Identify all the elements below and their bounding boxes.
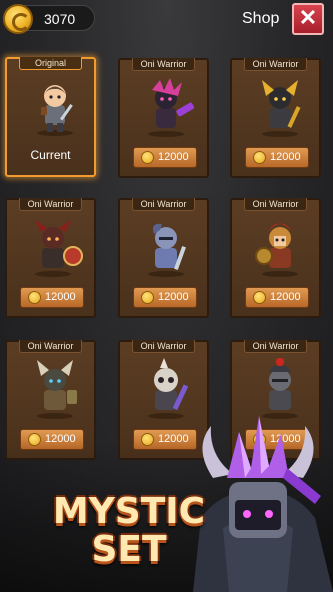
coin-balance: 3070 (3, 4, 95, 34)
skin-card-oni-warrior[interactable]: Oni Warrior 12000 (118, 58, 209, 178)
gold-horned-hero-icon (262, 80, 301, 137)
current-label: Current (30, 148, 71, 162)
skin-card-original[interactable]: Original Current (5, 57, 96, 177)
promo-title-line1: MYSTIC (52, 491, 206, 532)
buy-button[interactable]: 12000 (245, 287, 309, 308)
coin-icon (28, 291, 41, 304)
knight-hero-icon (148, 223, 186, 277)
buy-button[interactable]: 12000 (133, 147, 197, 168)
coin-icon (141, 151, 154, 164)
skin-card-oni-warrior[interactable]: Oni Warrior 12000 (230, 58, 321, 178)
buy-button[interactable]: 12000 (245, 147, 309, 168)
tribal-hero-icon (37, 360, 77, 419)
coin-icon (253, 291, 266, 304)
original-hero-icon (37, 85, 73, 136)
red-oni-hero-icon (35, 220, 83, 277)
skin-card-oni-warrior[interactable]: Oni Warrior 12000 (5, 198, 96, 318)
card-label: Oni Warrior (244, 198, 307, 211)
close-button[interactable]: ✕ (292, 3, 324, 35)
price-label: 12000 (270, 151, 301, 163)
buy-button[interactable]: 12000 (20, 287, 84, 308)
card-label: Oni Warrior (244, 58, 307, 71)
promo-title-line2: SET (91, 529, 167, 570)
card-label: Oni Warrior (19, 340, 82, 353)
price-label: 12000 (270, 291, 301, 303)
price-label: 12000 (158, 291, 189, 303)
price-label: 12000 (158, 151, 189, 163)
coin-icon (3, 4, 33, 34)
card-label: Oni Warrior (132, 58, 195, 71)
card-label: Oni Warrior (132, 340, 195, 353)
card-label: Oni Warrior (132, 198, 195, 211)
promo-title: MYSTIC SET (44, 493, 214, 569)
coin-icon (253, 151, 266, 164)
buy-button[interactable]: 12000 (133, 287, 197, 308)
pink-oni-hero-icon (148, 78, 195, 137)
coin-amount: 3070 (44, 11, 76, 27)
card-label: Original (19, 57, 82, 70)
spartan-hero-icon (255, 223, 298, 277)
card-label: Oni Warrior (244, 340, 307, 353)
skin-card-oni-warrior[interactable]: Oni Warrior 12000 (118, 198, 209, 318)
coin-icon (141, 291, 154, 304)
card-label: Oni Warrior (19, 198, 82, 211)
price-label: 12000 (45, 291, 76, 303)
page-title: Shop (242, 10, 280, 27)
skin-card-oni-warrior[interactable]: Oni Warrior 12000 (230, 198, 321, 318)
